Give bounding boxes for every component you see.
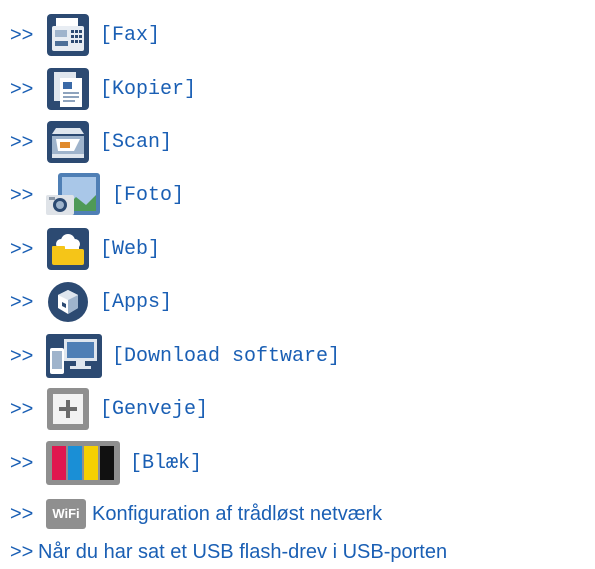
usb-label: Når du har sat et USB flash-drev i USB-p… [38, 540, 448, 563]
copy-icon [47, 68, 89, 110]
apps-link[interactable]: >> [Apps] [10, 280, 172, 324]
scan-link[interactable]: >> [Scan] [10, 120, 172, 164]
arrow: >> [10, 344, 34, 367]
photo-label: [Foto] [112, 183, 185, 207]
fax-label: [Fax] [100, 23, 161, 47]
arrow: >> [10, 451, 34, 474]
download-software-icon [46, 334, 102, 378]
scan-icon [47, 121, 89, 163]
apps-label: [Apps] [100, 290, 173, 314]
shortcut-label: [Genveje] [100, 397, 209, 421]
wifi-setup-link[interactable]: >> WiFi Konfiguration af trådløst netvær… [10, 494, 382, 534]
fax-link[interactable]: >> [Fax] [10, 13, 160, 57]
ink-icon [46, 441, 120, 485]
usb-link[interactable]: >> Når du har sat et USB flash-drev i US… [10, 538, 447, 566]
photo-icon [46, 173, 100, 215]
wifi-icon: WiFi [46, 499, 86, 529]
shortcut-link[interactable]: >> [Genveje] [10, 387, 208, 431]
web-icon [47, 228, 89, 270]
scan-label: [Scan] [100, 130, 173, 154]
arrow: >> [10, 130, 34, 153]
arrow: >> [10, 183, 34, 206]
download-software-label: [Download software] [112, 344, 341, 368]
fax-icon [47, 14, 89, 56]
arrow: >> [10, 540, 34, 563]
ink-label: [Blæk] [130, 451, 203, 475]
web-link[interactable]: >> [Web] [10, 227, 160, 271]
wifi-setup-label: Konfiguration af trådløst netværk [92, 502, 383, 525]
copy-label: [Kopier] [100, 77, 197, 101]
shortcut-icon [47, 388, 89, 430]
copy-link[interactable]: >> [Kopier] [10, 67, 196, 111]
download-software-link[interactable]: >> [Download software] [10, 334, 340, 378]
ink-link[interactable]: >> [Blæk] [10, 441, 202, 485]
arrow: >> [10, 77, 34, 100]
arrow: >> [10, 397, 34, 420]
web-label: [Web] [100, 237, 161, 261]
arrow: >> [10, 290, 34, 313]
arrow: >> [10, 502, 34, 525]
arrow: >> [10, 237, 34, 260]
apps-icon [48, 282, 88, 322]
photo-link[interactable]: >> [Foto] [10, 173, 184, 217]
arrow: >> [10, 23, 34, 46]
